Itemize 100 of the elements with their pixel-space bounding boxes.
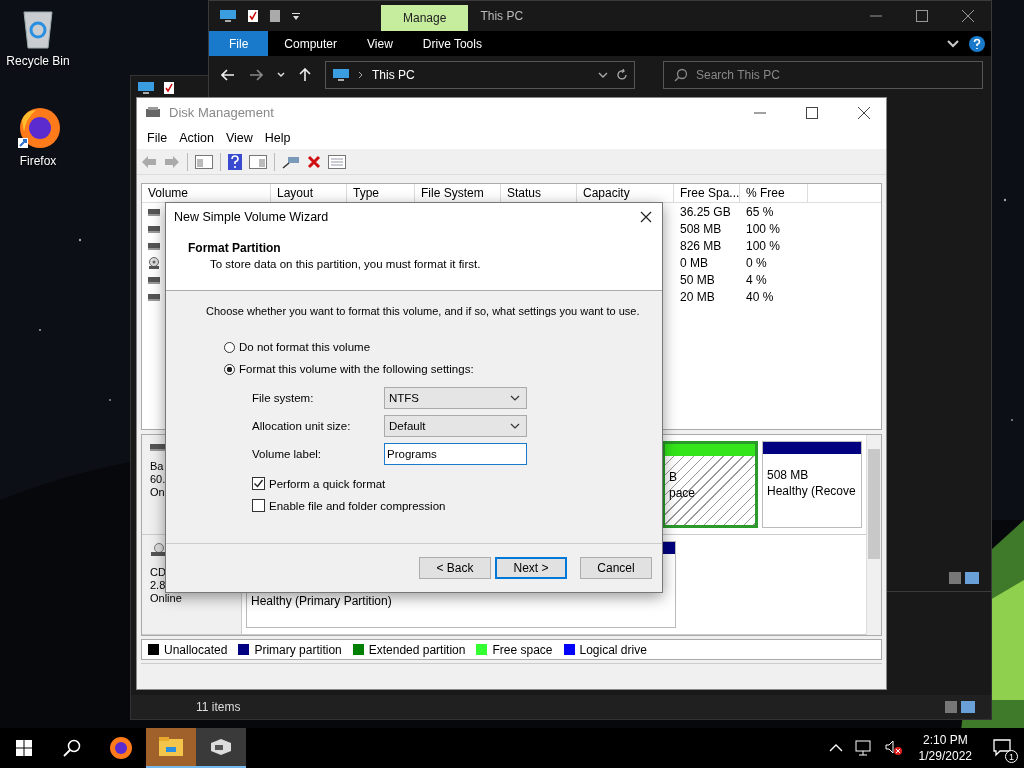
dropdown[interactable]: NTFS bbox=[384, 387, 527, 409]
close-icon[interactable] bbox=[857, 105, 871, 120]
drive-icon bbox=[148, 275, 160, 284]
table-cell: 20 MB bbox=[680, 289, 715, 304]
partition-text: Healthy (Primary Partition) bbox=[251, 593, 393, 608]
notification-badge: 1 bbox=[1005, 750, 1018, 763]
connect-drive-icon[interactable] bbox=[282, 154, 300, 169]
table-cell: 36.25 GB bbox=[680, 204, 731, 219]
wizard-button[interactable]: Next > bbox=[495, 557, 567, 579]
checkbox[interactable] bbox=[252, 499, 265, 512]
menu-item[interactable]: Help bbox=[258, 131, 297, 146]
manage-context-tab[interactable]: Manage bbox=[381, 5, 469, 31]
table-cell: 65 % bbox=[746, 204, 774, 219]
firefox-icon bbox=[109, 736, 133, 760]
volume-label-field[interactable]: Programs bbox=[384, 443, 527, 465]
ribbon-tab[interactable]: File bbox=[209, 31, 269, 56]
up-arrow-icon[interactable] bbox=[299, 68, 311, 82]
panel-icon[interactable] bbox=[249, 154, 267, 169]
volume-muted-icon[interactable] bbox=[884, 740, 903, 756]
partition-text: B bbox=[669, 469, 678, 484]
properties-icon[interactable] bbox=[163, 81, 175, 95]
view-toggle-icon[interactable] bbox=[945, 701, 975, 713]
table-cell: 826 MB bbox=[680, 238, 722, 253]
maximize-icon[interactable] bbox=[805, 105, 819, 120]
checkbox-label[interactable]: Enable file and folder compression bbox=[269, 499, 446, 512]
ribbon-tab[interactable]: Computer bbox=[270, 31, 352, 56]
wizard-button[interactable]: Cancel bbox=[580, 557, 652, 579]
properties-icon[interactable] bbox=[247, 9, 259, 23]
partition-text: pace bbox=[669, 485, 697, 500]
network-icon[interactable] bbox=[854, 740, 873, 756]
table-cell: 40 % bbox=[746, 289, 774, 304]
caret-icon bbox=[510, 423, 520, 429]
help-icon[interactable] bbox=[228, 153, 242, 170]
computer-icon[interactable] bbox=[137, 81, 155, 95]
table-cell: 508 MB bbox=[680, 221, 722, 236]
close-icon[interactable] bbox=[640, 211, 652, 223]
legend-label: Free space bbox=[492, 642, 553, 657]
forward-arrow-icon[interactable] bbox=[249, 69, 263, 81]
instruction-text: Choose whether you want to format this volume, and if so, what settings you want to use. bbox=[205, 305, 640, 317]
partition-block[interactable]: B pace bbox=[662, 440, 758, 528]
computer-icon[interactable] bbox=[219, 9, 237, 23]
panel-icon[interactable] bbox=[195, 154, 213, 169]
dropdown-caret-icon[interactable] bbox=[598, 72, 608, 78]
customize-caret-icon[interactable] bbox=[291, 11, 301, 21]
disk-management-icon bbox=[209, 737, 233, 757]
partition-text: 508 MB bbox=[767, 467, 810, 482]
disk-label: On bbox=[150, 485, 166, 498]
page-heading: Format Partition bbox=[188, 241, 282, 255]
legend-label: Unallocated bbox=[164, 642, 228, 657]
table-cell: 50 MB bbox=[680, 272, 715, 287]
field-label: Volume label: bbox=[252, 448, 323, 460]
desktop-icon-label[interactable]: Firefox bbox=[19, 154, 57, 168]
caret-icon[interactable] bbox=[277, 72, 285, 78]
dialog-title: New Simple Volume Wizard bbox=[174, 210, 329, 224]
close-icon[interactable] bbox=[961, 9, 975, 23]
delete-icon[interactable] bbox=[307, 154, 321, 169]
column-header[interactable]: Free Spa... bbox=[674, 184, 740, 203]
firefox-icon[interactable] bbox=[16, 106, 60, 150]
radio-button[interactable] bbox=[224, 341, 235, 353]
field-label: Allocation unit size: bbox=[252, 420, 352, 432]
maximize-icon[interactable] bbox=[915, 9, 929, 23]
back-arrow-icon[interactable] bbox=[221, 69, 235, 81]
checkbox-label[interactable]: Perform a quick format bbox=[269, 477, 386, 490]
ribbon-tab[interactable]: View bbox=[353, 31, 407, 56]
partition-block[interactable]: 508 MB Healthy (Recove bbox=[762, 440, 862, 528]
table-cell: 100 % bbox=[746, 238, 781, 253]
taskbar-app-button[interactable] bbox=[196, 728, 246, 768]
menu-item[interactable]: Action bbox=[173, 131, 220, 146]
cd-drive-icon bbox=[148, 256, 160, 269]
windows-logo-icon bbox=[16, 740, 32, 756]
menu-item[interactable]: View bbox=[219, 131, 259, 146]
dropdown[interactable]: Default bbox=[384, 415, 527, 437]
checkbox[interactable] bbox=[252, 477, 265, 490]
window-title: Disk Management bbox=[169, 105, 274, 121]
search-icon bbox=[674, 68, 688, 82]
wizard-button[interactable]: < Back bbox=[419, 557, 491, 579]
document-icon[interactable] bbox=[269, 9, 281, 23]
view-toggle-icon[interactable] bbox=[949, 572, 979, 584]
radio-label[interactable]: Format this volume with the following settings: bbox=[239, 363, 474, 375]
clock[interactable]: 2:10 PM 1/29/2022 bbox=[908, 733, 982, 763]
search-icon bbox=[63, 739, 81, 757]
refresh-icon[interactable] bbox=[616, 69, 628, 81]
legend-label: Logical drive bbox=[579, 642, 647, 657]
search-field[interactable]: Search This PC bbox=[663, 61, 983, 89]
address-bar[interactable]: This PC bbox=[325, 61, 635, 89]
legend-label: Primary partition bbox=[254, 642, 342, 657]
drive-icon bbox=[148, 224, 160, 233]
radio-label[interactable]: Do not format this volume bbox=[239, 341, 371, 353]
desktop-icon-label[interactable]: Recycle Bin bbox=[6, 54, 70, 68]
chevron-icon[interactable] bbox=[947, 38, 959, 49]
menu-item[interactable]: File bbox=[141, 131, 174, 146]
scrollbar[interactable] bbox=[866, 434, 881, 635]
status-text: 11 items bbox=[196, 700, 241, 714]
radio-button[interactable] bbox=[224, 363, 235, 375]
help-icon[interactable] bbox=[969, 35, 985, 52]
column-header[interactable]: % Free bbox=[740, 184, 808, 203]
ribbon-tab[interactable]: Drive Tools bbox=[408, 31, 496, 56]
partition-text: Healthy (Recove bbox=[767, 483, 857, 498]
chevron-up-icon[interactable] bbox=[828, 743, 843, 753]
disk-label: Online bbox=[150, 591, 183, 604]
